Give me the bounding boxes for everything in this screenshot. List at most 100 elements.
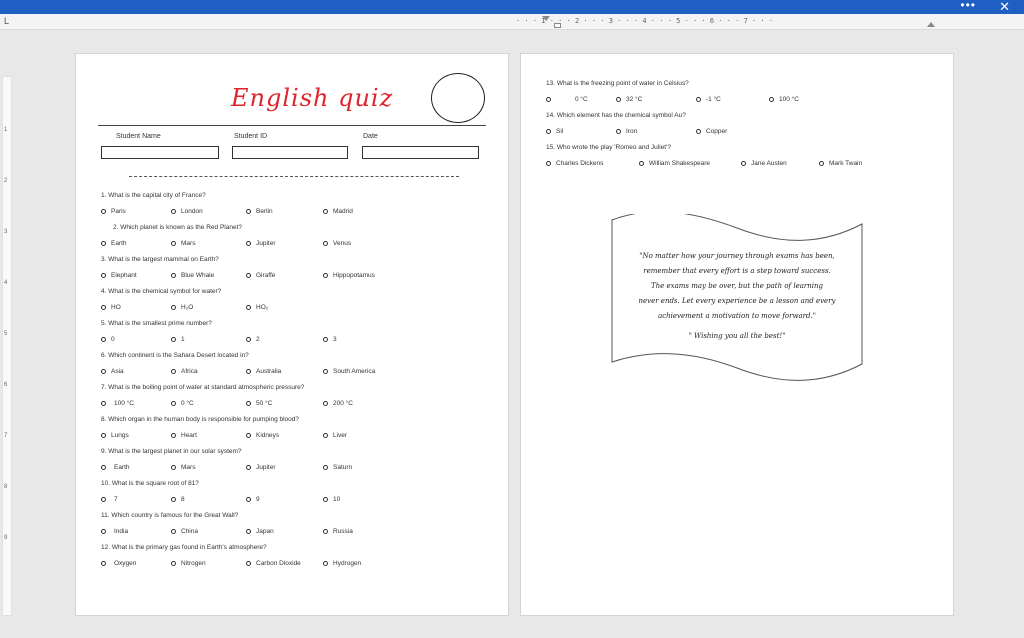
- student-id-field[interactable]: [232, 146, 348, 159]
- radio-button-icon[interactable]: [171, 305, 176, 310]
- radio-button-icon[interactable]: [616, 97, 621, 102]
- question-5-option-1[interactable]: 0: [101, 336, 115, 343]
- radio-button-icon[interactable]: [101, 241, 106, 246]
- question-11-option-3[interactable]: Japan: [246, 528, 274, 535]
- question-2-option-2[interactable]: Mars: [171, 240, 195, 247]
- question-3-option-1[interactable]: Elephant: [101, 272, 137, 279]
- right-indent-marker[interactable]: [927, 22, 935, 27]
- question-12-option-3[interactable]: Carbon Dioxide: [246, 560, 301, 567]
- radio-button-icon[interactable]: [171, 209, 176, 214]
- radio-button-icon[interactable]: [323, 241, 328, 246]
- radio-button-icon[interactable]: [171, 529, 176, 534]
- left-indent-marker[interactable]: [554, 23, 561, 28]
- question-9-option-4[interactable]: Saturn: [323, 464, 352, 471]
- document-page-1[interactable]: English quiz Student Name Student ID Dat…: [75, 53, 509, 616]
- radio-button-icon[interactable]: [101, 305, 106, 310]
- question-7-option-1[interactable]: 100 °C: [101, 400, 134, 407]
- question-10-option-4[interactable]: 10: [323, 496, 340, 503]
- question-9-option-1[interactable]: Earth: [101, 464, 130, 471]
- radio-button-icon[interactable]: [171, 433, 176, 438]
- radio-button-icon[interactable]: [323, 369, 328, 374]
- radio-button-icon[interactable]: [246, 273, 251, 278]
- tab-stop-selector[interactable]: L: [4, 16, 9, 26]
- radio-button-icon[interactable]: [246, 209, 251, 214]
- question-4-option-1[interactable]: HO: [101, 304, 121, 311]
- vertical-ruler[interactable]: 1 2 3 4 5 6 7 8 9: [2, 76, 12, 616]
- radio-button-icon[interactable]: [246, 401, 251, 406]
- radio-button-icon[interactable]: [696, 97, 701, 102]
- radio-button-icon[interactable]: [246, 369, 251, 374]
- question-3-option-3[interactable]: Giraffe: [246, 272, 275, 279]
- radio-button-icon[interactable]: [323, 273, 328, 278]
- radio-button-icon[interactable]: [323, 337, 328, 342]
- radio-button-icon[interactable]: [171, 369, 176, 374]
- document-page-2[interactable]: "No matter how your journey through exam…: [520, 53, 954, 616]
- radio-button-icon[interactable]: [639, 161, 644, 166]
- question-7-option-2[interactable]: 0 °C: [171, 400, 194, 407]
- radio-button-icon[interactable]: [101, 337, 106, 342]
- question-13-option-3[interactable]: -1 °C: [696, 96, 721, 103]
- question-5-option-2[interactable]: 1: [171, 336, 185, 343]
- question-1-option-1[interactable]: Paris: [101, 208, 126, 215]
- question-8-option-3[interactable]: Kidneys: [246, 432, 279, 439]
- radio-button-icon[interactable]: [246, 433, 251, 438]
- question-13-option-2[interactable]: 32 °C: [616, 96, 642, 103]
- radio-button-icon[interactable]: [171, 241, 176, 246]
- radio-button-icon[interactable]: [246, 497, 251, 502]
- radio-button-icon[interactable]: [246, 337, 251, 342]
- radio-button-icon[interactable]: [246, 529, 251, 534]
- radio-button-icon[interactable]: [323, 529, 328, 534]
- question-6-option-2[interactable]: Africa: [171, 368, 198, 375]
- radio-button-icon[interactable]: [171, 273, 176, 278]
- question-14-option-3[interactable]: Copper: [696, 128, 727, 135]
- question-7-option-4[interactable]: 200 °C: [323, 400, 353, 407]
- radio-button-icon[interactable]: [101, 529, 106, 534]
- question-12-option-4[interactable]: Hydrogen: [323, 560, 361, 567]
- radio-button-icon[interactable]: [171, 465, 176, 470]
- radio-button-icon[interactable]: [696, 129, 701, 134]
- radio-button-icon[interactable]: [101, 561, 106, 566]
- question-6-option-4[interactable]: South America: [323, 368, 375, 375]
- radio-button-icon[interactable]: [546, 161, 551, 166]
- question-1-option-3[interactable]: Berlin: [246, 208, 273, 215]
- question-10-option-3[interactable]: 9: [246, 496, 260, 503]
- question-11-option-2[interactable]: China: [171, 528, 198, 535]
- question-11-option-1[interactable]: India: [101, 528, 128, 535]
- radio-button-icon[interactable]: [323, 561, 328, 566]
- question-7-option-3[interactable]: 50 °C: [246, 400, 272, 407]
- radio-button-icon[interactable]: [101, 209, 106, 214]
- radio-button-icon[interactable]: [171, 401, 176, 406]
- question-14-option-1[interactable]: Sil: [546, 128, 563, 135]
- radio-button-icon[interactable]: [616, 129, 621, 134]
- radio-button-icon[interactable]: [819, 161, 824, 166]
- radio-button-icon[interactable]: [246, 241, 251, 246]
- question-15-option-3[interactable]: Jane Austen: [741, 160, 787, 167]
- question-13-option-4[interactable]: 100 °C: [769, 96, 799, 103]
- radio-button-icon[interactable]: [101, 465, 106, 470]
- radio-button-icon[interactable]: [246, 561, 251, 566]
- question-8-option-2[interactable]: Heart: [171, 432, 197, 439]
- question-4-option-3[interactable]: HO₂: [246, 304, 268, 311]
- radio-button-icon[interactable]: [323, 465, 328, 470]
- radio-button-icon[interactable]: [101, 369, 106, 374]
- radio-button-icon[interactable]: [546, 129, 551, 134]
- question-15-option-4[interactable]: Mark Twain: [819, 160, 862, 167]
- question-12-option-1[interactable]: Oxygen: [101, 560, 136, 567]
- radio-button-icon[interactable]: [171, 497, 176, 502]
- radio-button-icon[interactable]: [769, 97, 774, 102]
- radio-button-icon[interactable]: [323, 497, 328, 502]
- radio-button-icon[interactable]: [101, 401, 106, 406]
- close-icon[interactable]: ✕: [999, 0, 1010, 14]
- radio-button-icon[interactable]: [323, 209, 328, 214]
- radio-button-icon[interactable]: [101, 433, 106, 438]
- question-15-option-1[interactable]: Charles Dickens: [546, 160, 603, 167]
- question-9-option-3[interactable]: Jupiter: [246, 464, 276, 471]
- question-5-option-3[interactable]: 2: [246, 336, 260, 343]
- radio-button-icon[interactable]: [101, 497, 106, 502]
- question-4-option-2[interactable]: H₂O: [171, 304, 193, 311]
- question-2-option-4[interactable]: Venus: [323, 240, 351, 247]
- student-name-field[interactable]: [101, 146, 219, 159]
- question-1-option-2[interactable]: London: [171, 208, 203, 215]
- question-12-option-2[interactable]: Nitrogen: [171, 560, 206, 567]
- question-6-option-1[interactable]: Asia: [101, 368, 124, 375]
